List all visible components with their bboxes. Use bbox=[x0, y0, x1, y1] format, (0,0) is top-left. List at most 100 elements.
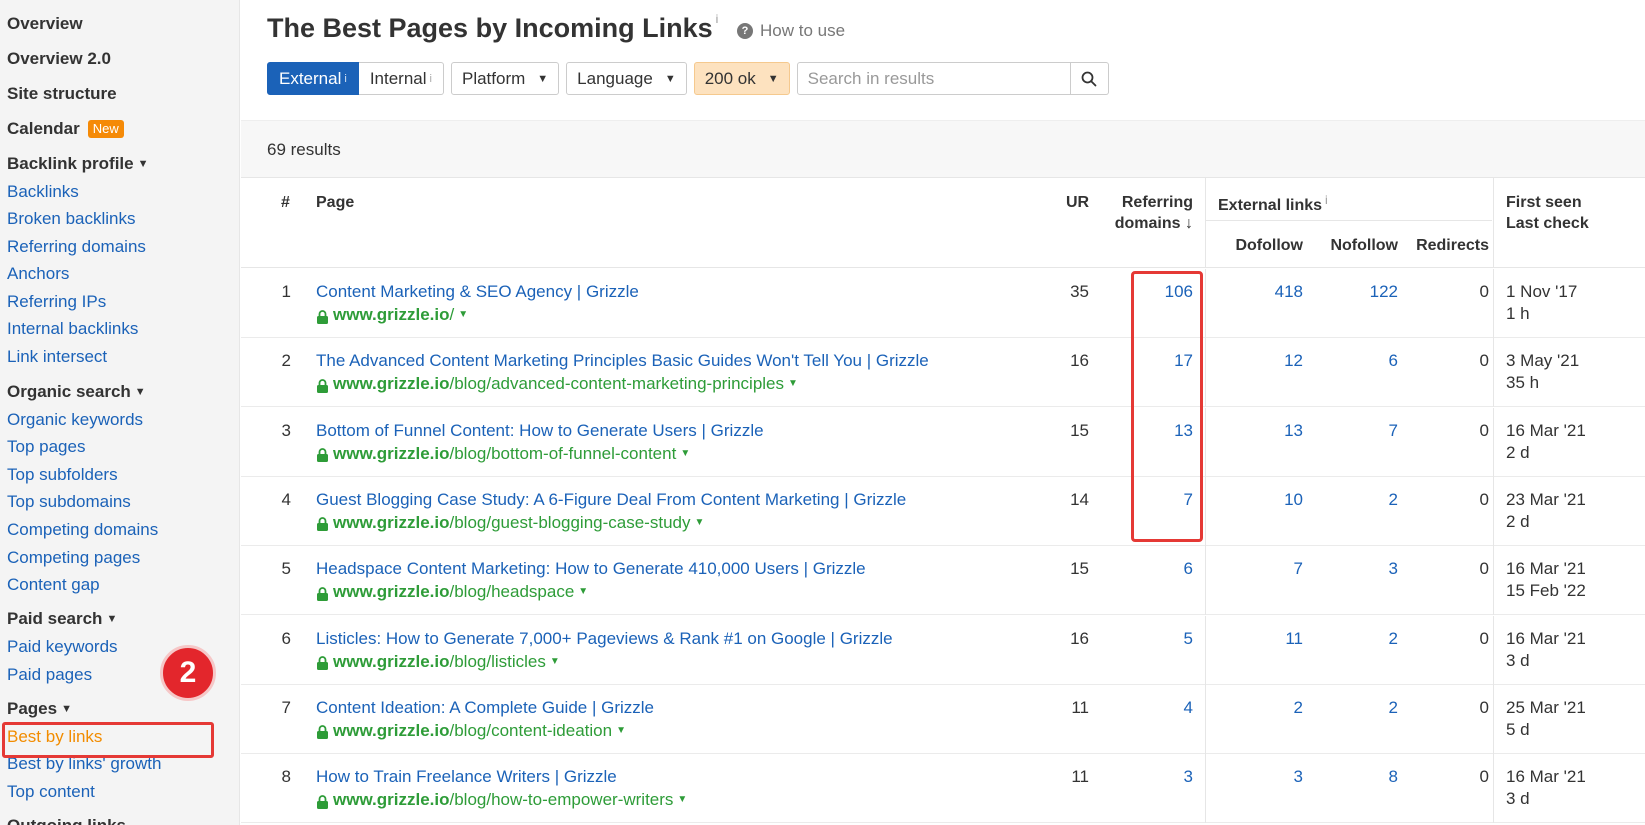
sidebar-item-anchors[interactable]: Anchors bbox=[7, 264, 69, 284]
sidebar-item-referring-ips[interactable]: Referring IPs bbox=[7, 292, 106, 312]
lock-icon bbox=[316, 793, 329, 809]
column-referring-domains-header[interactable]: Referring domains ↓ bbox=[1103, 192, 1193, 234]
sidebar-item-top-subfolders[interactable]: Top subfolders bbox=[7, 465, 118, 485]
column-nofollow-header[interactable]: Nofollow bbox=[1303, 235, 1398, 256]
url-menu-caret-icon[interactable]: ▼ bbox=[677, 789, 687, 810]
page-url-link[interactable]: www.grizzle.io/blog/guest-blogging-case-… bbox=[316, 512, 704, 533]
sidebar-item-pages[interactable]: Pages ▼ bbox=[7, 699, 72, 719]
page-title-link[interactable]: The Advanced Content Marketing Principle… bbox=[316, 350, 929, 371]
table-row: 4 Guest Blogging Case Study: A 6-Figure D… bbox=[241, 476, 1645, 546]
sidebar-item-backlinks[interactable]: Backlinks bbox=[7, 182, 79, 202]
nofollow-link[interactable]: 3 bbox=[1303, 558, 1398, 579]
nofollow-link[interactable]: 2 bbox=[1303, 697, 1398, 718]
url-path: / bbox=[449, 305, 455, 324]
sidebar-item-organic-search[interactable]: Organic search ▼ bbox=[7, 382, 146, 402]
sidebar-item-label: Pages bbox=[7, 699, 58, 718]
nofollow-link[interactable]: 122 bbox=[1303, 281, 1398, 302]
page-title-link[interactable]: Guest Blogging Case Study: A 6-Figure De… bbox=[316, 489, 906, 510]
url-menu-caret-icon[interactable]: ▼ bbox=[458, 304, 468, 325]
sidebar-item-top-pages[interactable]: Top pages bbox=[7, 437, 85, 457]
dofollow-link[interactable]: 10 bbox=[1206, 489, 1303, 510]
main-content: The Best Pages by Incoming Links i ? How … bbox=[241, 0, 1645, 825]
language-dropdown[interactable]: Language ▼ bbox=[566, 62, 687, 95]
sidebar-item-overview-2-0[interactable]: Overview 2.0 bbox=[7, 49, 111, 69]
link-type-toggle: External i Internal i bbox=[267, 62, 444, 95]
sidebar-item-site-structure[interactable]: Site structure bbox=[7, 84, 117, 104]
sidebar-item-competing-domains[interactable]: Competing domains bbox=[7, 520, 158, 540]
sidebar-item-competing-pages[interactable]: Competing pages bbox=[7, 548, 140, 568]
column-ur-header[interactable]: UR bbox=[1066, 192, 1089, 213]
sidebar-item-overview[interactable]: Overview bbox=[7, 14, 83, 34]
url-menu-caret-icon[interactable]: ▼ bbox=[578, 581, 588, 602]
nofollow-link[interactable]: 7 bbox=[1303, 420, 1398, 441]
url-menu-caret-icon[interactable]: ▼ bbox=[616, 720, 626, 741]
referring-domains-link[interactable]: 5 bbox=[1121, 628, 1193, 649]
page-url-link[interactable]: www.grizzle.io/blog/listicles ▼ bbox=[316, 651, 560, 672]
referring-domains-link[interactable]: 6 bbox=[1121, 558, 1193, 579]
page-url-link[interactable]: www.grizzle.io/blog/content-ideation ▼ bbox=[316, 720, 626, 741]
url-menu-caret-icon[interactable]: ▼ bbox=[788, 373, 798, 394]
column-page-header[interactable]: Page bbox=[316, 192, 354, 213]
sidebar-item-backlink-profile[interactable]: Backlink profile ▼ bbox=[7, 154, 149, 174]
sidebar-item-organic-keywords[interactable]: Organic keywords bbox=[7, 410, 143, 430]
dofollow-link[interactable]: 12 bbox=[1206, 350, 1303, 371]
nofollow-link[interactable]: 2 bbox=[1303, 489, 1398, 510]
page-title-link[interactable]: Content Ideation: A Complete Guide | Gri… bbox=[316, 697, 654, 718]
sidebar-item-paid-pages[interactable]: Paid pages bbox=[7, 665, 92, 685]
page-url-link[interactable]: www.grizzle.io/blog/headspace ▼ bbox=[316, 581, 588, 602]
page-url-link[interactable]: www.grizzle.io/blog/advanced-content-mar… bbox=[316, 373, 798, 394]
column-redirects-header[interactable]: Redirects bbox=[1398, 235, 1489, 256]
url-menu-caret-icon[interactable]: ▼ bbox=[550, 651, 560, 672]
referring-domains-link[interactable]: 3 bbox=[1121, 766, 1193, 787]
sidebar-item-paid-search[interactable]: Paid search ▼ bbox=[7, 609, 117, 629]
sidebar-item-link-intersect[interactable]: Link intersect bbox=[7, 347, 107, 367]
sidebar-item-referring-domains[interactable]: Referring domains bbox=[7, 237, 146, 257]
sidebar-item-top-content[interactable]: Top content bbox=[7, 782, 95, 802]
external-tab[interactable]: External i bbox=[267, 62, 359, 95]
dofollow-link[interactable]: 13 bbox=[1206, 420, 1303, 441]
nofollow-link[interactable]: 2 bbox=[1303, 628, 1398, 649]
search-input[interactable] bbox=[796, 62, 1071, 95]
column-dates-header[interactable]: First seen Last check bbox=[1506, 192, 1589, 234]
page-title-link[interactable]: Headspace Content Marketing: How to Gene… bbox=[316, 558, 866, 579]
how-to-use-link[interactable]: ? How to use bbox=[737, 21, 845, 41]
sidebar-item-calendar[interactable]: Calendar New bbox=[7, 119, 124, 139]
sidebar-item-paid-keywords[interactable]: Paid keywords bbox=[7, 637, 118, 657]
title-info-icon[interactable]: i bbox=[716, 12, 719, 26]
redirects-value: 0 bbox=[1479, 420, 1489, 440]
sidebar-item-outgoing-links[interactable]: Outgoing links bbox=[7, 816, 126, 825]
sidebar-item-label: Top pages bbox=[7, 437, 86, 456]
redirects-value: 0 bbox=[1479, 351, 1489, 371]
divider bbox=[1493, 546, 1494, 616]
sidebar-item-content-gap[interactable]: Content gap bbox=[7, 575, 100, 595]
platform-dropdown[interactable]: Platform ▼ bbox=[450, 62, 560, 95]
page-url-link[interactable]: www.grizzle.io / ▼ bbox=[316, 304, 468, 325]
column-dofollow-header[interactable]: Dofollow bbox=[1206, 235, 1303, 256]
page-title-link[interactable]: Content Marketing & SEO Agency | Grizzle bbox=[316, 281, 639, 302]
dofollow-link[interactable]: 7 bbox=[1206, 558, 1303, 579]
external-links-info-icon[interactable]: i bbox=[1325, 193, 1328, 207]
nofollow-link[interactable]: 6 bbox=[1303, 350, 1398, 371]
sidebar-item-top-subdomains[interactable]: Top subdomains bbox=[7, 492, 131, 512]
page-title-link[interactable]: How to Train Freelance Writers | Grizzle bbox=[316, 766, 617, 787]
url-path: /blog/advanced-content-marketing-princip… bbox=[449, 374, 785, 394]
internal-info-icon[interactable]: i bbox=[430, 73, 432, 85]
dofollow-link[interactable]: 11 bbox=[1206, 628, 1303, 649]
sidebar-item-internal-backlinks[interactable]: Internal backlinks bbox=[7, 319, 138, 339]
page-url-link[interactable]: www.grizzle.io/blog/how-to-empower-write… bbox=[316, 789, 687, 810]
page-title-link[interactable]: Listicles: How to Generate 7,000+ Pagevi… bbox=[316, 628, 893, 649]
nofollow-link[interactable]: 8 bbox=[1303, 766, 1398, 787]
search-button[interactable] bbox=[1070, 62, 1109, 95]
external-info-icon[interactable]: i bbox=[344, 73, 346, 85]
page-title-link[interactable]: Bottom of Funnel Content: How to Generat… bbox=[316, 420, 764, 441]
dofollow-link[interactable]: 3 bbox=[1206, 766, 1303, 787]
url-menu-caret-icon[interactable]: ▼ bbox=[694, 512, 704, 533]
referring-domains-link[interactable]: 4 bbox=[1121, 697, 1193, 718]
url-menu-caret-icon[interactable]: ▼ bbox=[680, 443, 690, 464]
sidebar-item-broken-backlinks[interactable]: Broken backlinks bbox=[7, 209, 136, 229]
dofollow-link[interactable]: 418 bbox=[1206, 281, 1303, 302]
dofollow-link[interactable]: 2 bbox=[1206, 697, 1303, 718]
http-status-dropdown[interactable]: 200 ok ▼ bbox=[693, 62, 790, 95]
internal-tab[interactable]: Internal i bbox=[358, 62, 444, 95]
page-url-link[interactable]: www.grizzle.io/blog/bottom-of-funnel-con… bbox=[316, 443, 690, 464]
